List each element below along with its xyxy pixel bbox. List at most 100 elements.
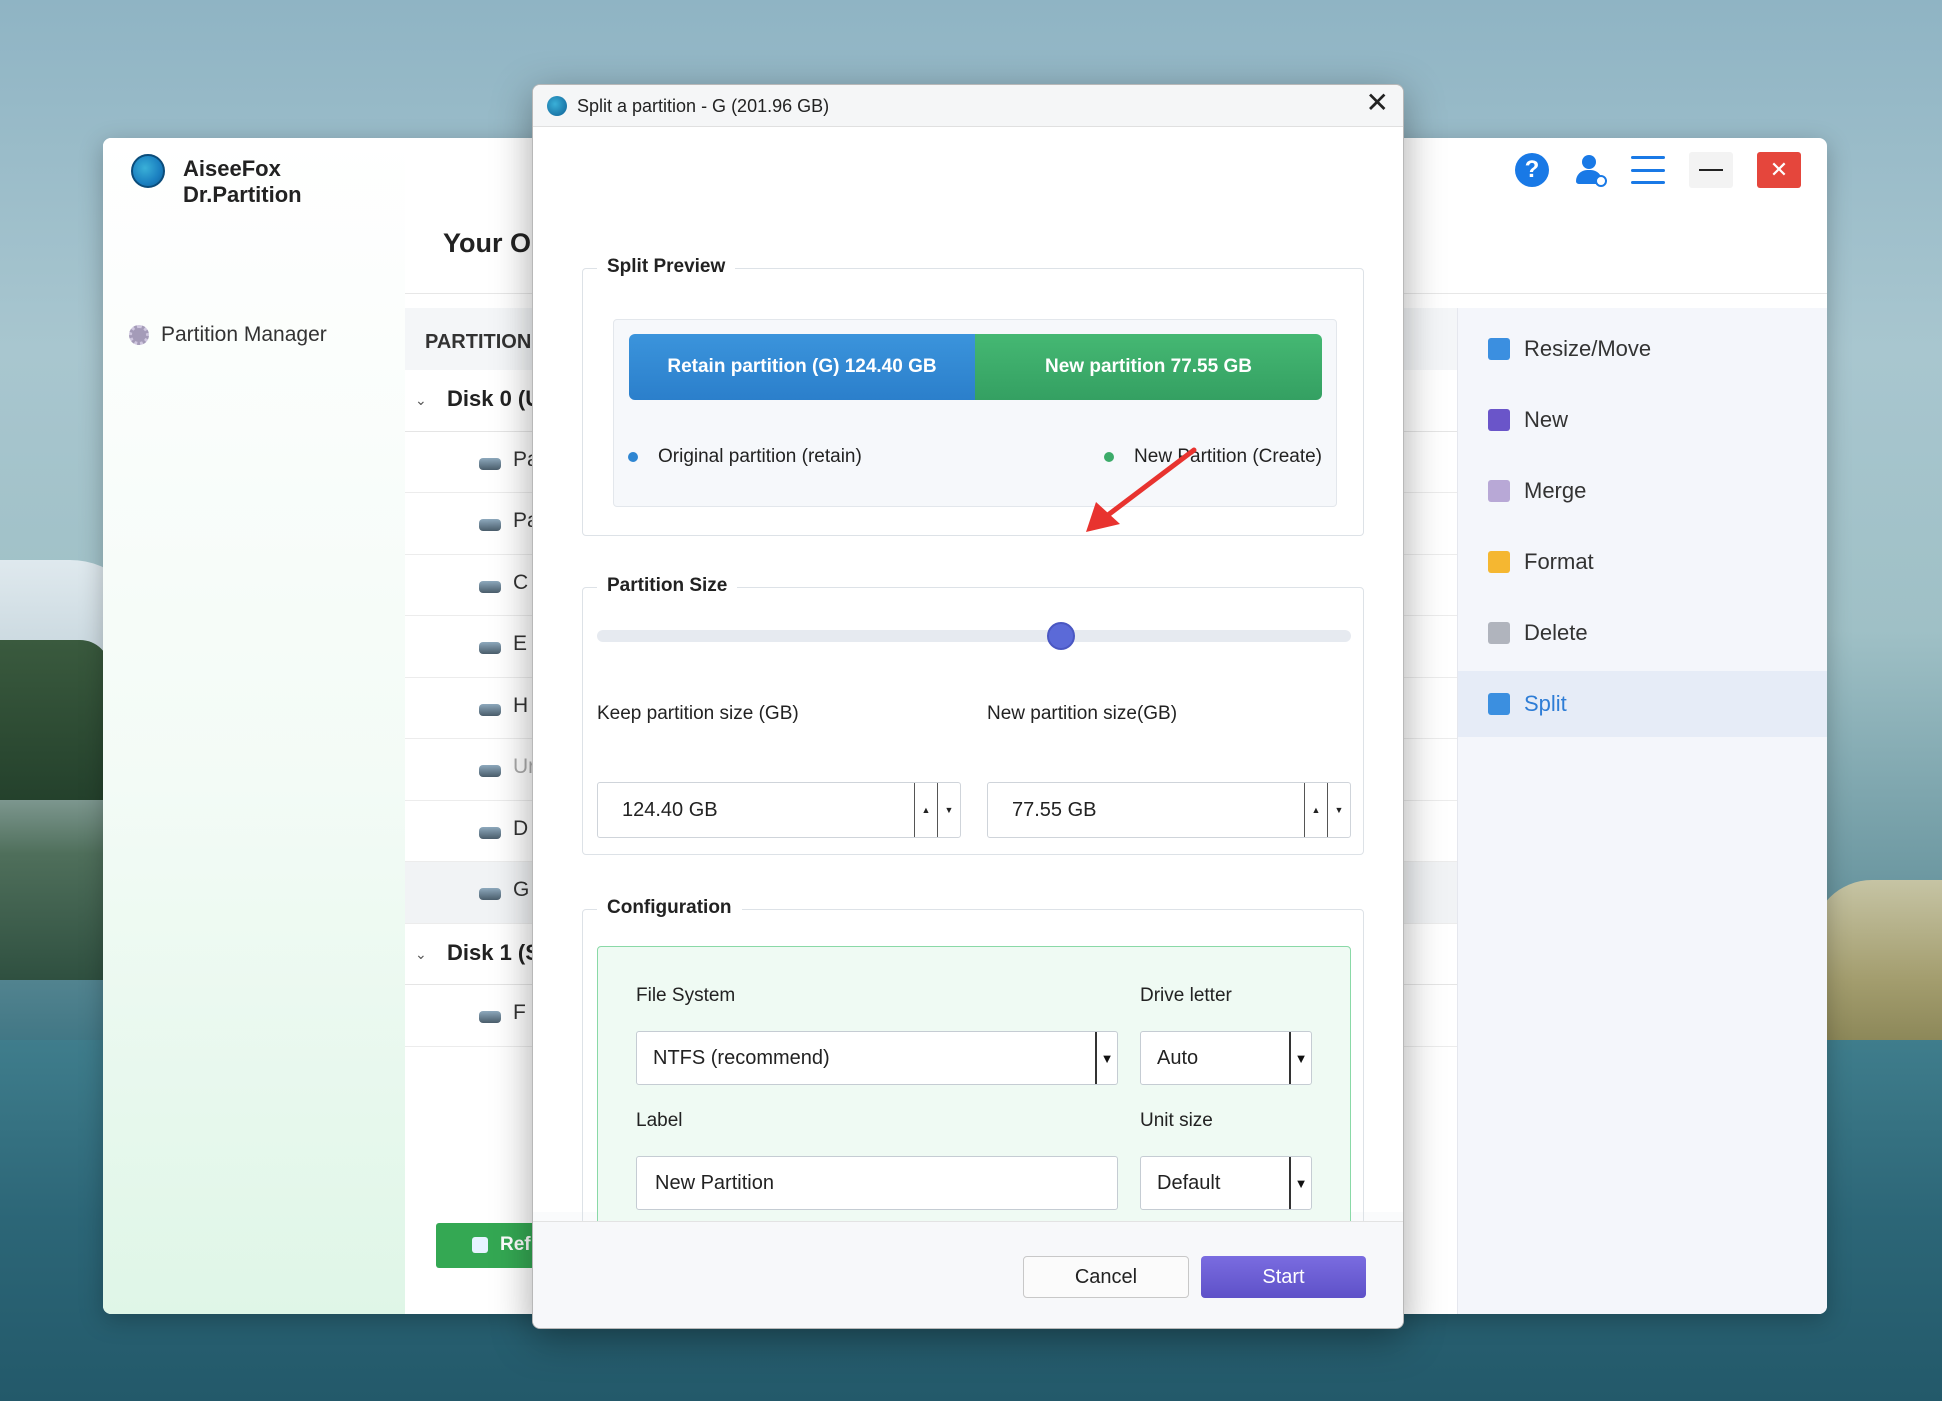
unit-size-label: Unit size	[1140, 1110, 1213, 1131]
stepper-down-icon[interactable]: ▼	[937, 783, 960, 837]
resize-icon	[1488, 338, 1510, 360]
legend-dot	[628, 452, 638, 462]
app-logo-icon	[131, 154, 165, 188]
drive-icon	[479, 457, 501, 470]
file-system-value: NTFS (recommend)	[653, 1047, 830, 1069]
dialog-title: Split a partition - G (201.96 GB)	[577, 96, 830, 116]
operation-resize-move[interactable]: Resize/Move	[1458, 316, 1827, 382]
dialog-footer: Cancel Start	[533, 1221, 1403, 1328]
drive-icon	[479, 642, 501, 654]
configuration-box: File System Drive letter NTFS (recommend…	[597, 946, 1351, 1250]
cancel-button[interactable]: Cancel	[1023, 1256, 1189, 1298]
unit-size-select[interactable]: Default ▼	[1140, 1156, 1312, 1210]
app-title: AiseeFox Dr.Partition	[183, 156, 302, 207]
operation-format[interactable]: Format	[1458, 529, 1827, 595]
file-system-select[interactable]: NTFS (recommend) ▼	[636, 1031, 1118, 1085]
keep-size-value: 124.40 GB	[622, 799, 718, 821]
unit-size-value: Default	[1157, 1172, 1221, 1194]
annotation-arrow-icon	[1086, 447, 1197, 532]
chevron-down-icon[interactable]: ⌄	[415, 392, 427, 409]
new-size-stepper[interactable]: 77.55 GB ▲ ▼	[987, 782, 1351, 838]
page-title: Your O	[443, 228, 532, 258]
chevron-down-icon: ▼	[1289, 1032, 1311, 1084]
partition-label: H	[513, 693, 529, 717]
disk-label: Disk 0 (U	[447, 386, 542, 411]
split-icon	[1488, 693, 1510, 715]
new-size-label: New partition size(GB)	[987, 703, 1178, 724]
operation-label: New	[1524, 407, 1569, 432]
folder-icon	[1488, 551, 1510, 573]
partition-label: G	[513, 878, 530, 901]
drive-letter-select[interactable]: Auto ▼	[1140, 1031, 1312, 1085]
add-user-icon[interactable]	[1573, 153, 1607, 187]
start-button[interactable]: Start	[1201, 1256, 1366, 1298]
operation-merge[interactable]: Merge	[1458, 458, 1827, 524]
stepper-up-icon[interactable]: ▲	[914, 783, 937, 837]
operation-label: Delete	[1524, 620, 1588, 645]
background-trees	[0, 640, 110, 800]
stepper-down-icon[interactable]: ▼	[1327, 783, 1350, 837]
keep-size-label: Keep partition size (GB)	[597, 703, 799, 724]
plus-icon	[1488, 409, 1510, 431]
file-system-label: File System	[636, 985, 736, 1006]
split-preview-group: Split Preview Retain partition (G) 124.4…	[582, 256, 1364, 536]
configuration-title: Configuration	[597, 897, 742, 919]
label-input-box[interactable]	[636, 1156, 1118, 1210]
menu-icon[interactable]	[1631, 156, 1665, 184]
label-field-label: Label	[636, 1110, 683, 1131]
legend-retain: Original partition (retain)	[628, 446, 862, 468]
close-button[interactable]: ✕	[1757, 152, 1801, 188]
drive-icon	[479, 703, 501, 716]
operation-label: Merge	[1524, 478, 1587, 503]
partition-size-group: Partition Size Keep partition size (GB) …	[582, 575, 1364, 855]
partition-size-title: Partition Size	[597, 575, 738, 597]
app-sidebar: AiseeFox Dr.Partition Partition Manager	[103, 138, 405, 1314]
partition-label: C	[513, 570, 529, 594]
new-partition-bar: New partition 77.55 GB	[975, 334, 1322, 400]
stepper-arrows[interactable]: ▲ ▼	[914, 783, 960, 837]
chevron-down-icon: ▼	[1095, 1032, 1117, 1084]
close-icon[interactable]: ✕	[1366, 89, 1389, 117]
window-controls: ? ✕	[1515, 152, 1801, 188]
refresh-label: Ref	[500, 1234, 531, 1255]
app-logo-icon	[547, 96, 567, 116]
dialog-titlebar: Split a partition - G (201.96 GB) ✕	[533, 85, 1403, 127]
operation-new[interactable]: New	[1458, 387, 1827, 453]
drive-letter-value: Auto	[1157, 1047, 1199, 1069]
stepper-arrows[interactable]: ▲ ▼	[1304, 783, 1350, 837]
drive-letter-label: Drive letter	[1140, 985, 1232, 1006]
drive-icon	[479, 888, 501, 900]
refresh-icon	[472, 1237, 488, 1253]
sidebar-item-partition-manager[interactable]: Partition Manager	[129, 323, 327, 347]
operations-panel: Resize/Move New Merge Format Delete Split	[1457, 308, 1827, 1314]
operation-delete[interactable]: Delete	[1458, 600, 1827, 666]
operation-label: Split	[1524, 691, 1567, 716]
chevron-down-icon[interactable]: ⌄	[415, 946, 427, 963]
split-preview-title: Split Preview	[597, 256, 736, 278]
partition-size-slider-thumb[interactable]	[1047, 622, 1076, 650]
drive-icon	[479, 826, 501, 839]
gear-icon	[129, 325, 149, 345]
dialog-body: Split Preview Retain partition (G) 124.4…	[533, 127, 1403, 1265]
configuration-group: Configuration File System Drive letter N…	[582, 897, 1364, 1265]
operation-split[interactable]: Split	[1458, 671, 1827, 737]
drive-icon	[479, 580, 501, 593]
new-size-value: 77.55 GB	[1012, 799, 1097, 821]
label-input[interactable]	[637, 1157, 1117, 1209]
partition-label: E	[513, 632, 528, 655]
partition-label: D	[513, 816, 529, 840]
link-icon	[1488, 480, 1510, 502]
operation-label: Format	[1524, 549, 1594, 574]
operation-label: Resize/Move	[1524, 336, 1652, 361]
split-partition-dialog: Split a partition - G (201.96 GB) ✕ Spli…	[532, 84, 1404, 1329]
drive-icon	[479, 765, 501, 777]
help-icon[interactable]: ?	[1515, 153, 1549, 187]
drive-icon	[479, 519, 501, 531]
keep-size-stepper[interactable]: 124.40 GB ▲ ▼	[597, 782, 961, 838]
minimize-icon	[1699, 169, 1723, 171]
drive-icon	[479, 1011, 501, 1023]
stepper-up-icon[interactable]: ▲	[1304, 783, 1327, 837]
partition-size-slider-track[interactable]	[597, 630, 1351, 642]
minimize-button[interactable]	[1689, 152, 1733, 188]
legend-retain-label: Original partition (retain)	[658, 446, 862, 467]
